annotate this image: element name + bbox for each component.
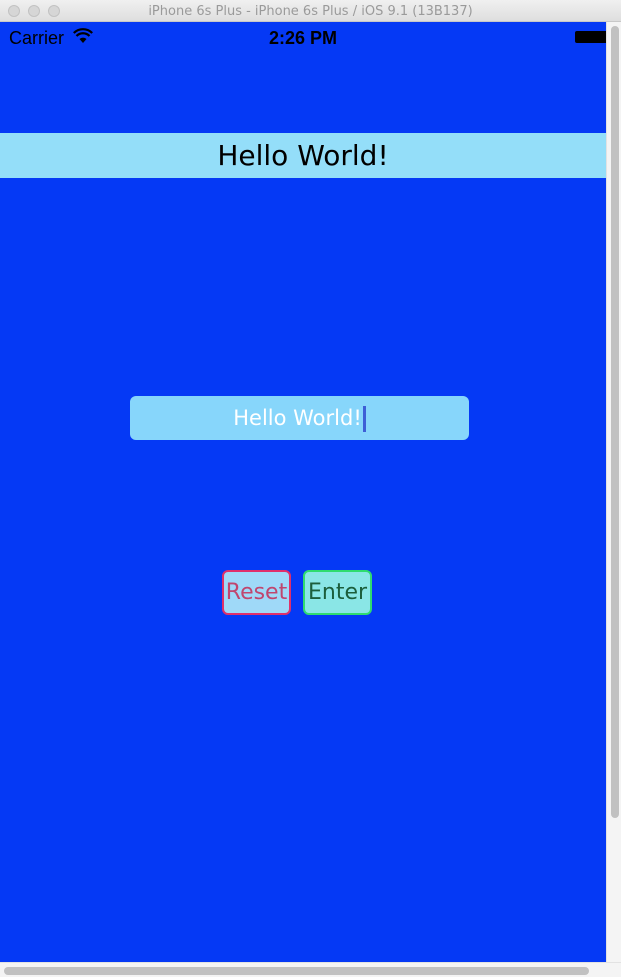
text-input-value: Hello World! <box>233 406 362 430</box>
status-bar: Carrier 2:26 PM <box>0 22 606 52</box>
battery-icon <box>575 31 606 43</box>
vertical-scrollbar[interactable] <box>606 22 621 962</box>
simulator-window: iPhone 6s Plus - iPhone 6s Plus / iOS 9.… <box>0 0 621 977</box>
vertical-scroll-thumb[interactable] <box>611 26 619 818</box>
status-time: 2:26 PM <box>268 28 338 48</box>
horizontal-scrollbar[interactable] <box>0 962 621 977</box>
title-bar: iPhone 6s Plus - iPhone 6s Plus / iOS 9.… <box>0 0 621 22</box>
horizontal-scroll-thumb[interactable] <box>4 967 589 975</box>
reset-button[interactable]: Reset <box>222 570 291 615</box>
window-title: iPhone 6s Plus - iPhone 6s Plus / iOS 9.… <box>148 4 473 19</box>
hello-label: Hello World! <box>0 133 606 178</box>
text-cursor <box>362 406 366 432</box>
enter-button[interactable]: Enter <box>303 570 372 615</box>
device-screen: Carrier 2:26 PM Hello World! Hello World… <box>0 22 606 962</box>
text-input[interactable]: Hello World! <box>130 396 469 440</box>
